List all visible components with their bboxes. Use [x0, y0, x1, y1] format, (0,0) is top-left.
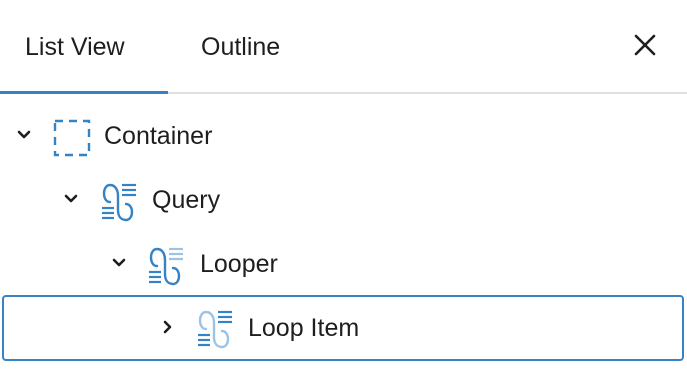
tab-list-view[interactable]: List View [25, 0, 125, 94]
tree-row-query[interactable]: Query [0, 168, 687, 232]
close-button[interactable] [633, 33, 657, 57]
tree-row-label: Loop Item [248, 314, 360, 342]
query-loop-icon [149, 247, 183, 286]
tab-outline[interactable]: Outline [201, 0, 280, 94]
container-icon [53, 119, 91, 157]
tree-row-looper[interactable]: Looper [0, 232, 687, 296]
chevron-down-icon[interactable] [110, 254, 128, 272]
panel-header: List View Outline [0, 0, 687, 94]
active-tab-indicator [0, 91, 168, 94]
query-loop-icon [198, 310, 232, 349]
tree-row-container[interactable]: Container [0, 104, 687, 168]
close-icon [634, 34, 656, 56]
chevron-down-icon[interactable] [62, 190, 80, 208]
list-view-panel: List View Outline Container Query Looper… [0, 0, 687, 379]
chevron-right-icon[interactable] [159, 318, 177, 336]
tree-row-label: Looper [200, 250, 278, 278]
tab-outline-label: Outline [201, 32, 281, 61]
chevron-down-icon[interactable] [15, 126, 33, 144]
tree-row-label: Query [152, 186, 221, 214]
tree-row-label: Container [104, 122, 213, 150]
tree-row-loop-item[interactable]: Loop Item [2, 295, 684, 361]
query-loop-icon [102, 183, 136, 222]
tab-list-view-label: List View [25, 32, 125, 61]
